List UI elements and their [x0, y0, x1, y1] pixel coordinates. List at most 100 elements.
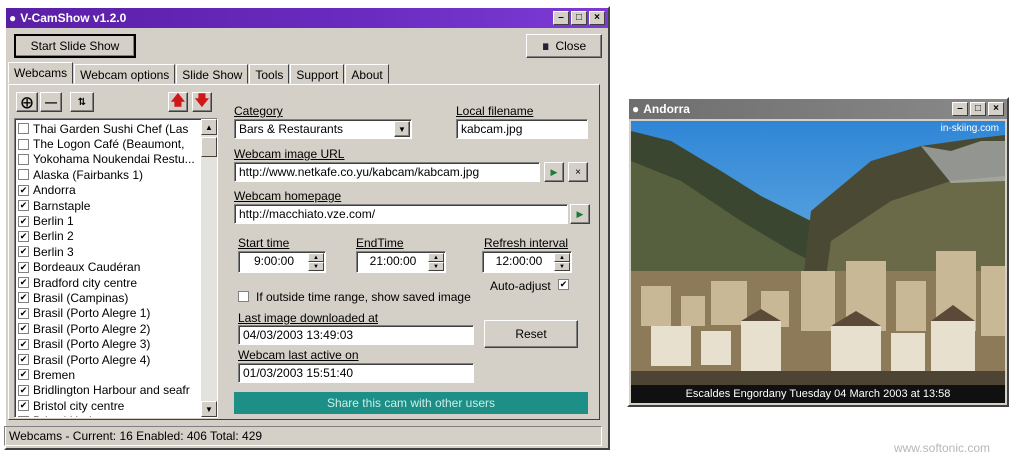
list-item[interactable]: ✔ Andorra: [16, 183, 200, 198]
spin-down-icon[interactable]: ▼: [428, 262, 444, 271]
list-item-checkbox[interactable]: ✔: [18, 338, 29, 350]
red-arrow-up-icon: 🡅: [170, 92, 186, 108]
share-cam-label: Share this cam with other users: [326, 396, 496, 410]
list-item-checkbox[interactable]: ✔: [18, 384, 29, 396]
app-camera-icon: ●: [9, 11, 17, 25]
minimize-icon[interactable]: –: [952, 102, 968, 116]
list-item-label: Alaska (Fairbanks 1): [33, 167, 144, 182]
move-down-button[interactable]: 🡇: [192, 92, 212, 112]
list-item[interactable]: ✔ Brasil (Porto Alegre 1): [16, 306, 200, 321]
outside-range-checkbox[interactable]: [238, 291, 249, 302]
minimize-icon[interactable]: –: [553, 11, 569, 25]
list-item[interactable]: ✔ Brasil (Porto Alegre 3): [16, 336, 200, 351]
list-item-checkbox[interactable]: [18, 169, 29, 181]
auto-adjust-checkbox[interactable]: ✔: [558, 279, 569, 290]
tab-webcams[interactable]: Webcams: [8, 62, 74, 84]
list-item-checkbox[interactable]: ✔: [18, 261, 29, 273]
swap-webcam-button[interactable]: ⇅: [70, 92, 94, 112]
tab-webcam-options[interactable]: Webcam options: [74, 64, 176, 84]
list-item[interactable]: ✔ Bradford city centre: [16, 275, 200, 290]
list-item[interactable]: ✔ Berlin 3: [16, 244, 200, 259]
open-homepage-button[interactable]: ▶: [570, 204, 590, 224]
add-webcam-button[interactable]: ⨁: [16, 92, 38, 112]
share-cam-button[interactable]: Share this cam with other users: [234, 392, 588, 414]
end-time-spinner[interactable]: ▲ ▼: [428, 253, 444, 271]
list-item[interactable]: ✔ Berlin 2: [16, 229, 200, 244]
spin-up-icon[interactable]: ▲: [308, 253, 324, 262]
list-item-checkbox[interactable]: ✔: [18, 230, 29, 242]
list-item-checkbox[interactable]: [18, 138, 29, 150]
image-url-input[interactable]: http://www.netkafe.co.yu/kabcam/kabcam.j…: [234, 162, 540, 182]
list-item-checkbox[interactable]: ✔: [18, 200, 29, 212]
homepage-input[interactable]: http://macchiato.vze.com/: [234, 204, 568, 224]
tab-about[interactable]: About: [345, 64, 389, 84]
refresh-interval-spinner[interactable]: ▲ ▼: [554, 253, 570, 271]
category-select[interactable]: Bars & Restaurants: [234, 119, 412, 139]
list-item[interactable]: ✔ Bordeaux Caudéran: [16, 260, 200, 275]
maximize-icon[interactable]: □: [571, 11, 587, 25]
image-url-label: Webcam image URL: [234, 147, 345, 161]
list-item-checkbox[interactable]: ✔: [18, 415, 29, 417]
list-item-checkbox[interactable]: ✔: [18, 246, 29, 258]
spin-up-icon[interactable]: ▲: [428, 253, 444, 262]
local-filename-input[interactable]: kabcam.jpg: [456, 119, 588, 139]
scroll-thumb[interactable]: [201, 137, 217, 157]
list-item[interactable]: Yokohama Noukendai Restu...: [16, 152, 200, 167]
plus-icon: ⨁: [21, 95, 33, 109]
spin-down-icon[interactable]: ▼: [554, 262, 570, 271]
list-item[interactable]: Alaska (Fairbanks 1): [16, 167, 200, 182]
list-item-label: Barnstaple: [33, 198, 91, 213]
list-item[interactable]: ✔ Barnstaple: [16, 198, 200, 213]
reset-button[interactable]: Reset: [484, 320, 578, 348]
list-item-checkbox[interactable]: ✔: [18, 354, 29, 366]
tab-tools[interactable]: Tools: [249, 64, 290, 84]
list-item[interactable]: Thai Garden Sushi Chef (Las: [16, 121, 200, 136]
local-filename-label: Local filename: [456, 104, 534, 118]
list-item-checkbox[interactable]: ✔: [18, 323, 29, 335]
list-item-label: Bremen: [33, 367, 76, 382]
list-item-checkbox[interactable]: ✔: [18, 215, 29, 227]
category-label: Category: [234, 104, 283, 118]
list-item[interactable]: ✔ Bremen: [16, 367, 200, 382]
list-item[interactable]: ✔ Brasil (Porto Alegre 2): [16, 321, 200, 336]
list-item-checkbox[interactable]: [18, 123, 29, 135]
close-button[interactable]: ∎ Close: [526, 34, 602, 58]
tab-slide-show[interactable]: Slide Show: [176, 64, 249, 84]
list-item[interactable]: ✔ Brasil (Porto Alegre 4): [16, 352, 200, 367]
list-item-label: Brasil (Porto Alegre 3): [33, 337, 151, 352]
list-scrollbar[interactable]: ▲ ▼: [201, 119, 217, 417]
maximize-icon[interactable]: □: [970, 102, 986, 116]
list-item[interactable]: ✔ Bristol city centre: [16, 398, 200, 413]
list-item-checkbox[interactable]: ✔: [18, 277, 29, 289]
list-item[interactable]: The Logon Café (Beaumont,: [16, 136, 200, 151]
scroll-down-icon[interactable]: ▼: [201, 401, 217, 417]
list-item-checkbox[interactable]: ✔: [18, 184, 29, 196]
list-item[interactable]: ✔ Bristol Harbour: [16, 413, 200, 417]
spin-down-icon[interactable]: ▼: [308, 262, 324, 271]
move-up-button[interactable]: 🡅: [168, 92, 188, 112]
main-title-bar[interactable]: ● V-CamShow v1.2.0 – □ ×: [6, 8, 608, 28]
list-item[interactable]: ✔ Brasil (Campinas): [16, 290, 200, 305]
chevron-down-icon[interactable]: ▼: [394, 121, 410, 137]
list-item-checkbox[interactable]: [18, 153, 29, 165]
cam-title-bar[interactable]: ● Andorra – □ ×: [629, 99, 1007, 119]
close-url-button[interactable]: ×: [568, 162, 588, 182]
list-item-checkbox[interactable]: ✔: [18, 400, 29, 412]
remove-webcam-button[interactable]: —: [40, 92, 62, 112]
list-item-checkbox[interactable]: ✔: [18, 369, 29, 381]
list-item[interactable]: ✔ Bridlington Harbour and seafr: [16, 383, 200, 398]
list-item-checkbox[interactable]: ✔: [18, 307, 29, 319]
webcam-list[interactable]: Thai Garden Sushi Chef (Las The Logon Caf…: [14, 118, 218, 418]
list-item[interactable]: ✔ Berlin 1: [16, 213, 200, 228]
start-slide-show-button[interactable]: Start Slide Show: [14, 34, 136, 58]
close-icon[interactable]: ×: [988, 102, 1004, 116]
close-icon[interactable]: ×: [589, 11, 605, 25]
list-item-checkbox[interactable]: ✔: [18, 292, 29, 304]
open-url-button[interactable]: ▶: [544, 162, 564, 182]
scroll-up-icon[interactable]: ▲: [201, 119, 217, 135]
homepage-value: http://macchiato.vze.com/: [239, 207, 376, 221]
start-time-spinner[interactable]: ▲ ▼: [308, 253, 324, 271]
spin-up-icon[interactable]: ▲: [554, 253, 570, 262]
tab-support[interactable]: Support: [290, 64, 345, 84]
start-slide-show-label: Start Slide Show: [30, 39, 120, 53]
